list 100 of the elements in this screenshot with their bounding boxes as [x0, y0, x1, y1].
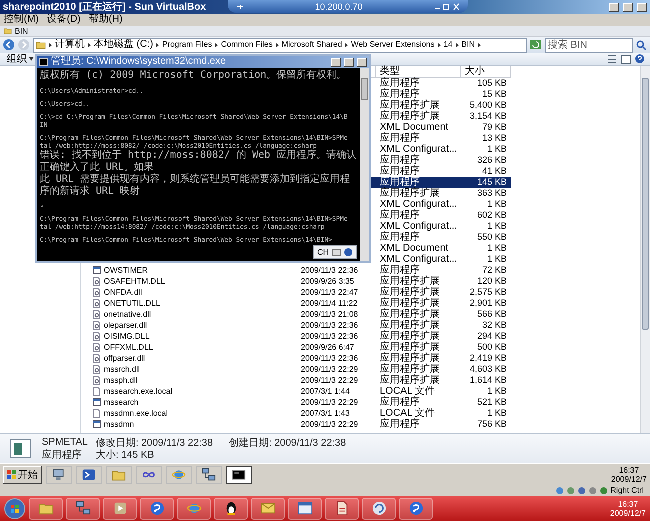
file-size: 326 KB	[476, 155, 508, 166]
window-controls-icon[interactable]	[434, 2, 460, 10]
organize-button[interactable]: 组织	[5, 53, 36, 65]
breadcrumb-item[interactable]: BIN	[462, 38, 475, 52]
menu-item[interactable]: 帮助(H)	[88, 14, 123, 26]
file-row[interactable]: OFFXML.DLL 2009/9/26 6:47 应用程序扩展 500 KB	[87, 342, 511, 353]
file-type: 应用程序	[379, 177, 420, 188]
file-row[interactable]: mssearch 2009/11/3 22:29 应用程序 521 KB	[87, 397, 511, 408]
search-field[interactable]: 搜索 BIN	[545, 38, 633, 52]
modified-date: 2009/11/3 22:36	[301, 266, 358, 275]
file-type: 应用程序扩展	[379, 100, 441, 111]
chevron-icon	[214, 42, 220, 48]
file-name: mssearch	[104, 397, 139, 408]
field-label: 创建日期: 2009/11/3 22:38	[229, 436, 346, 450]
file-name: OSAFEHTM.DLL	[104, 276, 166, 287]
breadcrumb-item[interactable]: 计算机	[55, 38, 85, 52]
file-row[interactable]: OSAFEHTM.DLL 2009/9/26 3:35 应用程序扩展 120 KB	[87, 276, 511, 287]
file-size: 1 KB	[486, 408, 508, 419]
back-icon[interactable]	[3, 39, 15, 51]
clock-time: 16:37	[619, 466, 640, 474]
modified-date: 2009/11/3 22:47	[301, 288, 358, 297]
address-bar[interactable]: 计算机 本地磁盘 (C:) Program Files Common Files Microsoft Shared Web Server Extensions 14 BIN	[33, 38, 527, 52]
console-icon	[39, 58, 48, 66]
file-size: 41 KB	[481, 166, 508, 177]
breadcrumb-item[interactable]: 本地磁盘 (C:)	[94, 38, 154, 52]
modified-date: 2009/11/3 22:29	[301, 376, 358, 385]
file-row[interactable]: mssdmn.exe.local 2007/3/1 1:43 LOCAL 文件 1 KB	[87, 408, 511, 419]
file-row[interactable]: oleparser.dll 2009/11/3 22:36 应用程序扩展 32 KB	[87, 320, 511, 331]
breadcrumb-item[interactable]: Web Server Extensions	[351, 38, 435, 52]
globe-icon	[186, 501, 202, 516]
file-type: 应用程序	[379, 210, 421, 221]
file-row[interactable]: onetnative.dll 2009/11/3 21:08 应用程序扩展 566 KB	[87, 309, 511, 320]
file-type: 应用程序扩展	[379, 276, 441, 287]
program-icon	[10, 438, 32, 460]
preview-pane-icon[interactable]	[621, 54, 631, 64]
file-name: onetnative.dll	[104, 309, 152, 320]
breadcrumb-item[interactable]: 14	[444, 38, 453, 52]
scrollbar[interactable]	[640, 66, 650, 433]
file-row[interactable]: OWSTIMER 2009/11/3 22:36 应用程序 72 KB	[87, 265, 511, 276]
file-row[interactable]: mssdmn 2009/11/3 22:29 应用程序 756 KB	[87, 419, 511, 430]
file-size: 500 KB	[476, 342, 508, 353]
file-type: 应用程序	[379, 133, 421, 144]
file-type: 应用程序扩展	[379, 111, 441, 122]
close-button[interactable]	[637, 2, 647, 12]
language-code[interactable]: CH	[317, 248, 329, 256]
file-size: 756 KB	[476, 419, 508, 430]
file-type: 应用程序扩展	[379, 188, 441, 199]
file-row[interactable]: OISIMG.DLL 2009/11/3 22:36 应用程序扩展 294 KB	[87, 331, 511, 342]
file-name: ONETUTIL.DLL	[104, 298, 160, 309]
file-size: 145 KB	[476, 177, 508, 188]
maximize-button[interactable]	[344, 58, 354, 66]
keyboard-icon[interactable]	[332, 248, 341, 256]
file-row[interactable]: mssearch.exe.local 2007/3/1 1:44 LOCAL 文件 1 KB	[87, 386, 511, 397]
modified-date: 2009/11/3 22:36	[301, 321, 358, 330]
column-header[interactable]: 类型	[376, 66, 461, 78]
start-orb-icon[interactable]	[4, 498, 26, 520]
file-row[interactable]: ONETUTIL.DLL 2009/11/4 11:22 应用程序扩展 2,901 KB	[87, 298, 511, 309]
scrollbar[interactable]	[360, 68, 369, 261]
close-button[interactable]	[357, 58, 367, 66]
view-icon[interactable]	[607, 54, 617, 64]
globe-icon	[172, 468, 186, 482]
file-type: 应用程序扩展	[379, 375, 441, 386]
file-type: 应用程序扩展	[379, 309, 441, 320]
program-icon	[93, 266, 101, 275]
breadcrumb-item[interactable]: Program Files	[162, 38, 212, 52]
file-type: 应用程序扩展	[379, 298, 441, 309]
minimize-button[interactable]	[609, 2, 619, 12]
start-button[interactable]: 开始	[3, 466, 42, 484]
refresh-icon[interactable]	[530, 40, 542, 50]
file-name: mssdmn.exe.local	[104, 408, 168, 419]
file-name: mssrch.dll	[104, 364, 140, 375]
gear-file-icon	[93, 299, 101, 308]
window-title: sharepoint2010 [正在运行] - Sun VirtualBox	[3, 0, 206, 14]
console-line: 错误: 找不到位于 http://moss:8082/ 的 Web 应用程序。请确认正确键入了此 URL。如果	[40, 150, 357, 174]
search-icon[interactable]	[636, 40, 647, 50]
menu-item[interactable]: 控制(M)	[4, 14, 39, 26]
file-row[interactable]: mssph.dll 2009/11/3 22:29 应用程序扩展 1,614 KB	[87, 375, 511, 386]
taskbar-button[interactable]	[196, 466, 222, 484]
swirl-icon	[408, 501, 424, 516]
breadcrumb-item[interactable]: Microsoft Shared	[282, 38, 342, 52]
file-size: 1,614 KB	[468, 375, 508, 386]
menu-item[interactable]: 设备(D)	[47, 14, 81, 26]
file-row[interactable]: ONFDA.dll 2009/11/3 22:47 应用程序扩展 2,575 KB	[87, 287, 511, 298]
field-label: 大小: 145 KB	[96, 448, 156, 462]
maximize-button[interactable]	[623, 2, 633, 12]
modified-date: 2009/9/26 3:35	[301, 277, 354, 286]
breadcrumb-item[interactable]: Common Files	[221, 38, 273, 52]
column-header[interactable]: 大小	[461, 66, 511, 78]
file-row[interactable]: offparser.dll 2009/11/3 22:36 应用程序扩展 2,419 KB	[87, 353, 511, 364]
file-name: mssph.dll	[104, 375, 138, 386]
file-type: 应用程序	[379, 232, 421, 243]
taskbar-button[interactable]	[226, 466, 252, 484]
remote-address: 10.200.0.70	[314, 2, 364, 12]
modified-date: 2009/11/3 22:29	[301, 420, 358, 429]
pin-icon[interactable]	[236, 2, 244, 10]
windows-flag-icon	[7, 470, 16, 479]
file-name: offparser.dll	[104, 353, 146, 364]
file-row[interactable]: mssrch.dll 2009/11/3 22:29 应用程序扩展 4,603 KB	[87, 364, 511, 375]
gear-file-icon	[93, 277, 101, 286]
minimize-button[interactable]	[331, 58, 341, 66]
